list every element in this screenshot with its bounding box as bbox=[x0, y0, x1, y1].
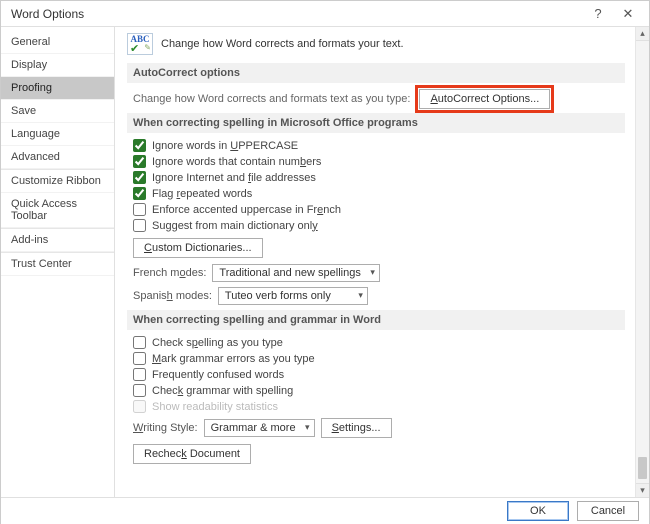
office-checkbox-2[interactable] bbox=[133, 171, 146, 184]
content-pane: ABC ✔ ✎ Change how Word corrects and for… bbox=[115, 27, 635, 497]
word-check-3[interactable]: Check grammar with spelling bbox=[133, 384, 625, 397]
french-modes-label: French modes: bbox=[133, 267, 206, 279]
office-check-2[interactable]: Ignore Internet and file addresses bbox=[133, 171, 625, 184]
section-office-head: When correcting spelling in Microsoft Of… bbox=[127, 113, 625, 133]
autocorrect-row: Change how Word corrects and formats tex… bbox=[133, 89, 625, 109]
french-modes-dropdown[interactable]: Traditional and new spellings bbox=[212, 264, 379, 282]
office-checkbox-3[interactable] bbox=[133, 187, 146, 200]
scroll-thumb[interactable] bbox=[638, 457, 647, 479]
sidebar-item-advanced[interactable]: Advanced bbox=[1, 146, 114, 169]
office-check-1[interactable]: Ignore words that contain numbers bbox=[133, 155, 625, 168]
window-title: Word Options bbox=[11, 7, 583, 21]
word-checkbox-4 bbox=[133, 400, 146, 413]
office-check-4[interactable]: Enforce accented uppercase in French bbox=[133, 203, 625, 216]
custom-dictionaries-button[interactable]: Custom Dictionaries... bbox=[133, 238, 263, 258]
word-checkbox-3[interactable] bbox=[133, 384, 146, 397]
office-check-0[interactable]: Ignore words in UPPERCASE bbox=[133, 139, 625, 152]
sidebar-item-display[interactable]: Display bbox=[1, 54, 114, 77]
autocorrect-desc: Change how Word corrects and formats tex… bbox=[133, 93, 410, 105]
office-check-5[interactable]: Suggest from main dictionary only bbox=[133, 219, 625, 232]
word-checkbox-0[interactable] bbox=[133, 336, 146, 349]
writing-style-label: Writing Style: bbox=[133, 422, 198, 434]
intro-text: Change how Word corrects and formats you… bbox=[161, 38, 404, 50]
sidebar-item-trust-center[interactable]: Trust Center bbox=[1, 252, 114, 276]
sidebar-item-language[interactable]: Language bbox=[1, 123, 114, 146]
sidebar-item-customize-ribbon[interactable]: Customize Ribbon bbox=[1, 169, 114, 193]
office-check-3[interactable]: Flag repeated words bbox=[133, 187, 625, 200]
category-sidebar: GeneralDisplayProofingSaveLanguageAdvanc… bbox=[1, 27, 115, 497]
office-checkbox-0[interactable] bbox=[133, 139, 146, 152]
proofing-icon: ABC ✔ ✎ bbox=[127, 33, 153, 55]
dialog-footer: OK Cancel bbox=[1, 497, 649, 524]
writing-style-dropdown[interactable]: Grammar & more bbox=[204, 419, 315, 437]
help-button[interactable]: ? bbox=[583, 2, 613, 26]
autocorrect-options-button[interactable]: AutoCorrect Options... bbox=[419, 89, 550, 109]
sidebar-item-add-ins[interactable]: Add-ins bbox=[1, 228, 114, 252]
cancel-button[interactable]: Cancel bbox=[577, 501, 639, 521]
close-button[interactable]: ✕ bbox=[613, 2, 643, 26]
office-checkbox-4[interactable] bbox=[133, 203, 146, 216]
sidebar-item-save[interactable]: Save bbox=[1, 100, 114, 123]
office-checkbox-5[interactable] bbox=[133, 219, 146, 232]
sidebar-item-quick-access-toolbar[interactable]: Quick Access Toolbar bbox=[1, 193, 114, 228]
office-checkbox-1[interactable] bbox=[133, 155, 146, 168]
ok-button[interactable]: OK bbox=[507, 501, 569, 521]
word-check-4: Show readability statistics bbox=[133, 400, 625, 413]
word-checkbox-2[interactable] bbox=[133, 368, 146, 381]
spanish-modes-dropdown[interactable]: Tuteo verb forms only bbox=[218, 287, 368, 305]
recheck-document-button[interactable]: Recheck Document bbox=[133, 444, 251, 464]
page-intro: ABC ✔ ✎ Change how Word corrects and for… bbox=[127, 33, 625, 55]
vertical-scrollbar[interactable]: ▴ ▾ bbox=[635, 27, 649, 497]
word-check-2[interactable]: Frequently confused words bbox=[133, 368, 625, 381]
sidebar-item-proofing[interactable]: Proofing bbox=[1, 77, 114, 100]
word-check-1[interactable]: Mark grammar errors as you type bbox=[133, 352, 625, 365]
titlebar: Word Options ? ✕ bbox=[1, 1, 649, 27]
spanish-modes-label: Spanish modes: bbox=[133, 290, 212, 302]
section-word-head: When correcting spelling and grammar in … bbox=[127, 310, 625, 330]
scroll-down-icon[interactable]: ▾ bbox=[636, 483, 649, 497]
word-check-0[interactable]: Check spelling as you type bbox=[133, 336, 625, 349]
settings-button[interactable]: Settings... bbox=[321, 418, 392, 438]
word-checkbox-1[interactable] bbox=[133, 352, 146, 365]
section-autocorrect-head: AutoCorrect options bbox=[127, 63, 625, 83]
scroll-up-icon[interactable]: ▴ bbox=[636, 27, 649, 41]
sidebar-item-general[interactable]: General bbox=[1, 31, 114, 54]
